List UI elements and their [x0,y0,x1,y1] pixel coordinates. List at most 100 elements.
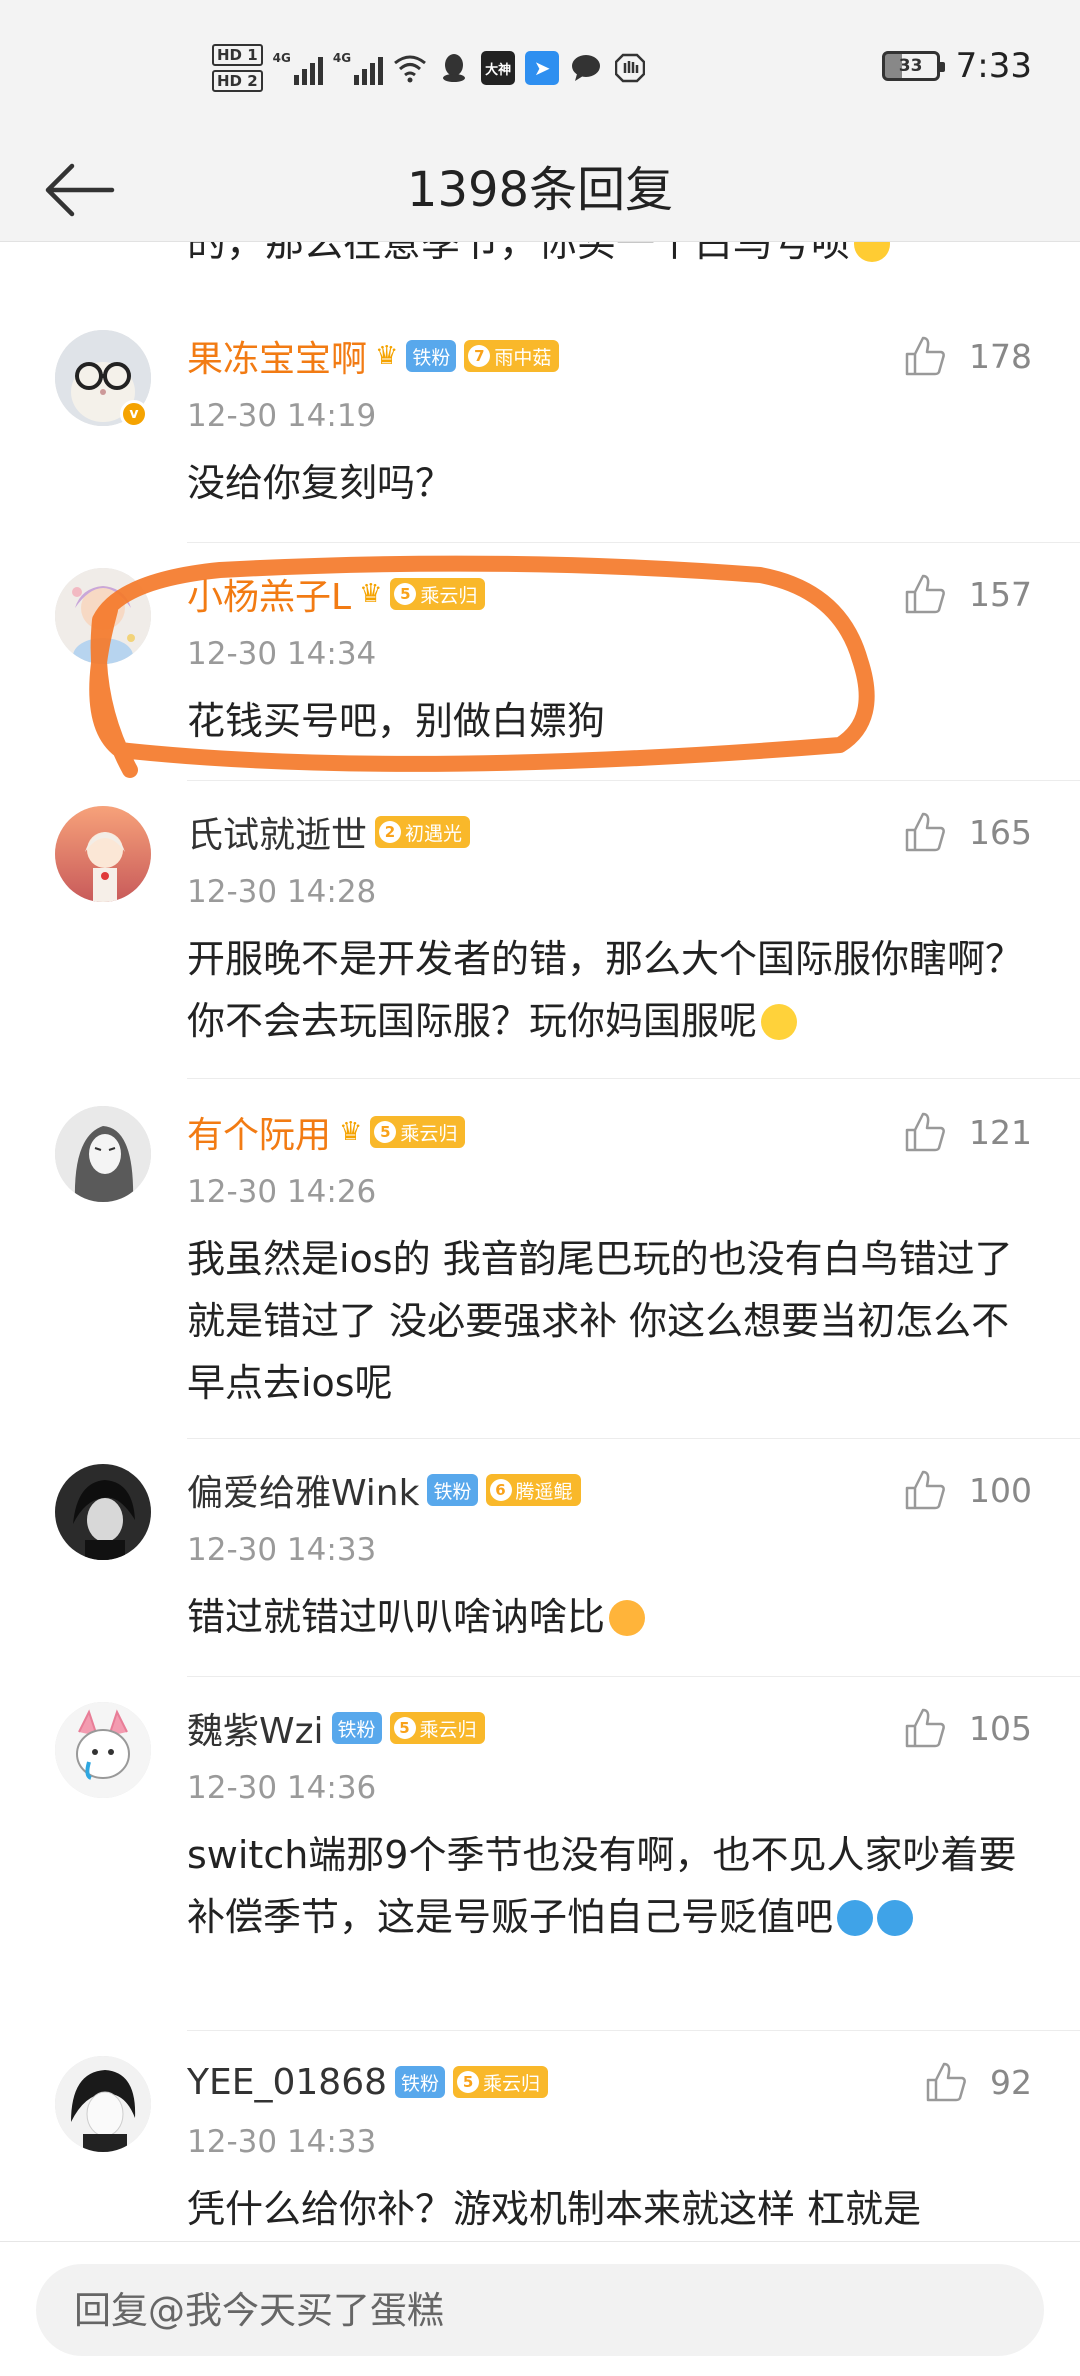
thumb-up-icon [905,336,945,376]
comment-list[interactable]: 的，那么在意季节，你买一个白鸟号呗 v 果冻宝宝啊 ♛ 铁粉 7 雨中菇 178 … [0,242,1080,2241]
page-title: 1398条回复 [406,162,674,218]
level-badge: 7 雨中菇 [464,340,560,372]
battery-icon: 33 [881,51,945,81]
signal-icon-2: 4G [332,51,384,85]
like-count: 92 [990,2062,1032,2102]
comment-text: 我虽然是ios的 我音韵尾巴玩的也没有白鸟错过了就是错过了 没必要强求补 你这么… [187,1237,1013,1405]
level-title: 乘云归 [483,2072,541,2095]
net1-label: 4G [272,51,291,65]
level-badge: 5 乘云归 [370,1116,466,1148]
hd-indicator: HD 1 HD 2 [212,44,263,92]
username[interactable]: 果冻宝宝啊 [187,330,367,382]
wifi-icon [393,51,427,85]
level-badge: 5 乘云归 [453,2066,549,2098]
level-title: 乘云归 [419,1718,477,1741]
comment-time: 12-30 14:33 [187,2124,377,2160]
reply-bar [0,2241,1080,2376]
level-number: 5 [394,583,417,605]
partial-comment-text: 的，那么在意季节，你买一个白鸟号呗 [187,242,891,268]
like-button[interactable]: 100 [903,1468,1032,1512]
comment-text: 错过就错过叭叭啥讷啥比 [187,1586,1027,1648]
comment-time: 12-30 14:34 [187,636,377,672]
divider [187,780,1080,781]
comment-header: 有个阮用 ♛ 5 乘云归 [187,1106,466,1158]
hd1-label: HD 1 [212,44,263,66]
like-count: 105 [969,1708,1032,1748]
avatar[interactable] [55,1106,151,1202]
vip-crown-icon: ♛ [339,1117,363,1147]
level-number: 6 [489,1479,512,1501]
like-button[interactable]: 178 [903,334,1032,378]
clock: 7:33 [955,46,1032,86]
status-bar: HD 1 HD 2 4G 4G 大神 ➤ 33 7:33 [0,0,1080,138]
comment-header: 果冻宝宝啊 ♛ 铁粉 7 雨中菇 [187,330,560,382]
comment-header: 魏紫Wzi 铁粉 5 乘云归 [187,1704,485,1752]
username[interactable]: 氏试就逝世 [187,806,367,858]
like-button[interactable]: 92 [924,2060,1032,2104]
vip-crown-icon: ♛ [359,579,383,609]
level-number: 7 [468,345,491,367]
avatar[interactable] [55,568,151,664]
level-title: 乘云归 [420,584,478,607]
emoji-icon [609,1600,646,1636]
emoji-icon [877,1900,914,1936]
chat-icon [569,51,603,85]
avatar[interactable] [55,2056,151,2152]
level-number: 5 [393,1717,416,1739]
username[interactable]: 魏紫Wzi [187,1702,324,1754]
thumb-up-icon [905,1708,945,1748]
like-count: 178 [969,336,1032,376]
reply-input[interactable] [36,2264,1044,2356]
comment-text-span: 开服晚不是开发者的错，那么大个国际服你瞎啊？你不会去玩国际服？玩你妈国服呢 [187,937,1024,1043]
thumb-up-icon [905,1470,945,1510]
level-title: 乘云归 [400,1122,458,1145]
username[interactable]: 小杨羔子L [187,568,351,620]
like-button[interactable]: 105 [903,1706,1032,1750]
dashen-app-icon: 大神 [481,51,516,85]
divider [187,542,1080,543]
comment-text: 凭什么给你补？游戏机制本来就这样 杠就是 [187,2187,922,2231]
comment-text: switch端那9个季节也没有啊，也不见人家吵着要补偿季节，这是号贩子怕自己号贬… [187,1824,1027,1948]
status-right: 33 7:33 [881,46,1032,86]
signal-icon: 4G [273,51,323,85]
like-count: 100 [969,1470,1032,1510]
fan-badge: 铁粉 [406,340,457,372]
avatar[interactable] [55,1464,151,1560]
avatar[interactable] [55,1702,151,1798]
like-button[interactable]: 165 [903,810,1032,854]
username[interactable]: 有个阮用 [187,1106,331,1158]
qq-icon [437,51,471,85]
partial-comment-span: 的，那么在意季节，你买一个白鸟号呗 [187,242,851,266]
comment-header: YEE_01868 铁粉 5 乘云归 [187,2058,549,2106]
like-button[interactable]: 121 [903,1110,1032,1154]
comment-text-span: 错过就错过叭叭啥讷啥比 [187,1595,606,1639]
level-title: 腾遥鲲 [515,1480,573,1503]
thumb-up-icon [905,812,945,852]
comment-text: 开服晚不是开发者的错，那么大个国际服你瞎啊？你不会去玩国际服？玩你妈国服呢 [187,928,1027,1052]
fan-badge: 铁粉 [331,1712,382,1744]
username[interactable]: 偏爱给雅Wink [187,1464,419,1516]
comment-header: 小杨羔子L ♛ 5 乘云归 [187,568,486,620]
emoji-icon [761,1004,798,1040]
level-number: 2 [379,821,402,843]
level-badge: 5 乘云归 [390,578,486,610]
comment-text: 没给你复刻吗？ [187,461,454,505]
emoji-icon [854,242,891,262]
status-icons: HD 1 HD 2 4G 4G 大神 ➤ [212,38,647,98]
comment-time: 12-30 14:36 [187,1770,377,1806]
net2-label: 4G [332,51,352,65]
like-count: 157 [969,574,1032,614]
comment-header: 氏试就逝世 2 初遇光 [187,806,471,858]
avatar[interactable] [55,806,151,902]
fan-badge: 铁粉 [395,2066,446,2098]
verified-badge-icon: v [120,400,148,428]
level-badge: 5 乘云归 [389,1712,485,1744]
like-button[interactable]: 157 [903,572,1032,616]
level-badge: 6 腾遥鲲 [485,1474,581,1506]
username[interactable]: YEE_01868 [187,2062,387,2103]
emoji-icon [837,1900,874,1936]
hd2-label: HD 2 [212,70,263,92]
level-badge: 2 初遇光 [375,816,471,848]
divider [187,2030,1080,2031]
like-count: 121 [969,1112,1032,1152]
